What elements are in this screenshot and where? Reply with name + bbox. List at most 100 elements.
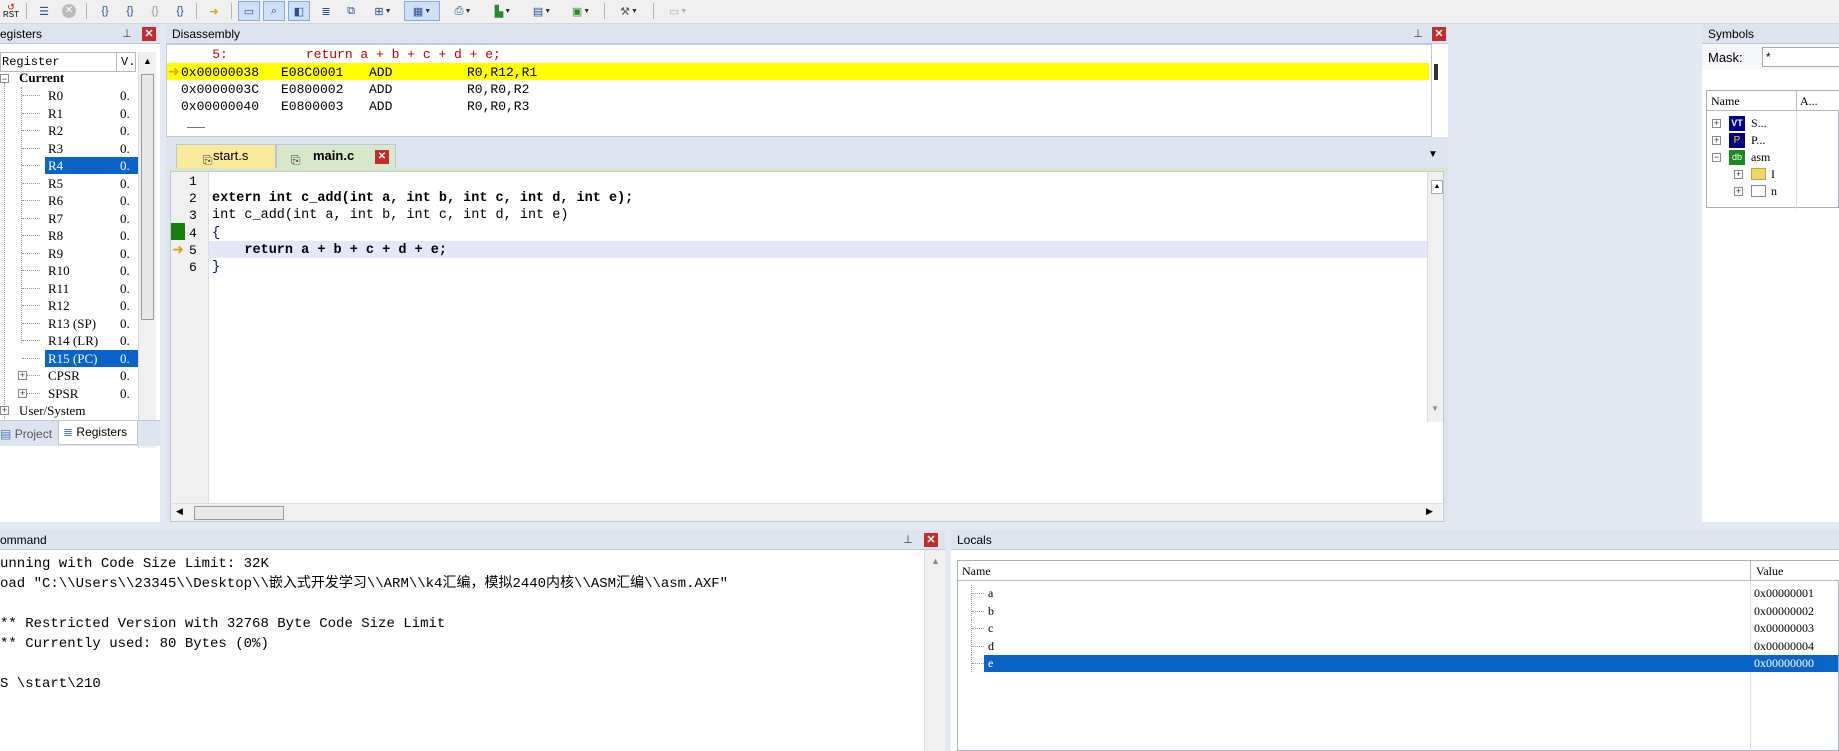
- tab-project[interactable]: ▤ Project: [0, 424, 56, 444]
- column-value[interactable]: Value: [1756, 564, 1783, 579]
- command-scrollbar[interactable]: ▲: [924, 550, 945, 751]
- locals-row[interactable]: a 0x00000001: [958, 585, 1838, 602]
- code-line[interactable]: int c_add(int a, int b, int c, int d, in…: [212, 207, 568, 224]
- register-row[interactable]: R15 (PC) 0.: [0, 349, 138, 367]
- pin-icon[interactable]: ⊥: [1411, 27, 1425, 41]
- collapse-icon[interactable]: −: [0, 74, 9, 84]
- register-row[interactable]: R12 0.: [0, 297, 138, 314]
- symbols-window-button[interactable]: ◧: [288, 1, 310, 21]
- breakpoint-marker[interactable]: [171, 223, 185, 240]
- tab-start-s[interactable]: ⎘ start.s: [176, 144, 276, 168]
- stop-button[interactable]: ✕: [58, 1, 80, 21]
- code-line[interactable]: {: [212, 225, 220, 242]
- toolbox-button[interactable]: ⚒ ▼: [611, 1, 647, 21]
- scroll-up-icon[interactable]: ▲: [931, 556, 940, 566]
- symbol-sub-row[interactable]: + I: [1707, 166, 1796, 183]
- command-window-button[interactable]: ▭: [238, 1, 260, 21]
- code-line[interactable]: extern int c_add(int a, int b, int c, in…: [212, 190, 633, 207]
- expand-icon[interactable]: +: [18, 388, 27, 398]
- locals-row[interactable]: d 0x00000004: [958, 637, 1838, 655]
- scroll-right-icon[interactable]: ▶: [1426, 506, 1433, 517]
- analysis-window-button[interactable]: ▙ ▼: [486, 1, 520, 21]
- code-line[interactable]: }: [212, 259, 220, 276]
- show-next-statement-button[interactable]: ➜: [203, 1, 225, 21]
- column-value[interactable]: V.: [121, 55, 135, 69]
- expand-icon[interactable]: +: [0, 406, 9, 415]
- tree-current[interactable]: Current: [19, 70, 64, 86]
- code-line[interactable]: return a + b + c + d + e;: [212, 242, 447, 259]
- step-out-button[interactable]: {}: [144, 1, 166, 21]
- register-row[interactable]: R2 0.: [0, 122, 138, 139]
- mask-input[interactable]: [1762, 47, 1839, 67]
- close-button[interactable]: ✕: [1432, 27, 1446, 41]
- register-mode-row[interactable]: + User/System: [0, 402, 138, 419]
- symbol-sub-row[interactable]: + n: [1707, 183, 1796, 200]
- pin-icon[interactable]: ⊥: [120, 27, 134, 41]
- editor-vertical-scrollbar[interactable]: ▲ ▼: [1427, 172, 1443, 422]
- scroll-up-icon[interactable]: ▲: [1431, 180, 1443, 194]
- h-scroll-thumb[interactable]: [194, 506, 284, 520]
- register-row[interactable]: R3 0.: [0, 140, 138, 157]
- disassembly-view[interactable]: 5: return a + b + c + d + e; ➜ 0x0000003…: [166, 44, 1432, 137]
- symbols-tree[interactable]: Name A... + VT S... + P P... − db asm + I + n: [1706, 90, 1839, 209]
- close-button[interactable]: ✕: [142, 27, 156, 41]
- call-stack-button[interactable]: ⧉: [340, 1, 362, 21]
- tab-registers[interactable]: ≣ Registers: [58, 421, 138, 445]
- watch-window-button[interactable]: ⊞ ▼: [366, 1, 400, 21]
- step-over-button[interactable]: {}: [119, 1, 141, 21]
- close-tab-icon[interactable]: ✕: [375, 150, 389, 164]
- expand-icon[interactable]: +: [1734, 187, 1743, 196]
- register-row[interactable]: R10 0.: [0, 262, 138, 279]
- column-name[interactable]: Name: [962, 564, 991, 579]
- symbol-row[interactable]: + VT S...: [1707, 115, 1796, 132]
- register-row[interactable]: R4 0.: [0, 157, 138, 174]
- disassembly-window-button[interactable]: ⌕: [263, 1, 285, 21]
- trace-window-button[interactable]: ▤ ▼: [525, 1, 559, 21]
- register-row[interactable]: R0 0.: [0, 87, 138, 104]
- expand-icon[interactable]: +: [18, 371, 27, 380]
- locals-row[interactable]: c 0x00000003: [958, 620, 1838, 637]
- scroll-left-icon[interactable]: ◀: [176, 506, 183, 517]
- register-row[interactable]: R7 0.: [0, 210, 138, 227]
- locals-row[interactable]: e 0x00000000: [958, 655, 1838, 672]
- register-row[interactable]: + CPSR 0.: [0, 367, 138, 384]
- step-into-button[interactable]: {}: [94, 1, 116, 21]
- locals-row[interactable]: b 0x00000002: [958, 602, 1838, 620]
- disassembly-scroll-indicator[interactable]: [1434, 64, 1438, 80]
- scroll-up-icon[interactable]: ▲: [143, 56, 152, 66]
- register-row[interactable]: R6 0.: [0, 192, 138, 209]
- command-output[interactable]: unning with Code Size Limit: 32K oad "C:\…: [0, 554, 920, 751]
- editor-horizontal-scrollbar[interactable]: ◀ ▶: [172, 503, 1442, 521]
- debug-restore-button[interactable]: ▭ ▼: [660, 1, 696, 21]
- registers-window-button[interactable]: ≣: [315, 1, 337, 21]
- tab-list-chevron-icon[interactable]: ▼: [1428, 149, 1438, 160]
- memory-window-button[interactable]: ▦ ▼: [404, 1, 440, 21]
- collapse-icon[interactable]: −: [1712, 153, 1721, 162]
- close-button[interactable]: ✕: [924, 533, 938, 547]
- column-address[interactable]: A...: [1800, 94, 1818, 109]
- register-row[interactable]: R1 0.: [0, 105, 138, 122]
- column-register[interactable]: Register: [2, 55, 60, 69]
- locals-table[interactable]: Name Value a 0x00000001 b 0x00000002 c 0x0000…: [957, 560, 1839, 751]
- register-row[interactable]: R13 (SP) 0.: [0, 315, 138, 332]
- tab-main-c[interactable]: ⎘ main.c ✕: [276, 144, 396, 168]
- system-viewer-button[interactable]: ▣ ▼: [564, 1, 598, 21]
- reset-button[interactable]: ↺ RST: [0, 1, 22, 21]
- register-row[interactable]: R9 0.: [0, 245, 138, 262]
- expand-icon[interactable]: +: [1734, 170, 1743, 179]
- register-row[interactable]: R14 (LR) 0.: [0, 332, 138, 349]
- scroll-down-icon[interactable]: ▼: [1431, 404, 1439, 413]
- run-to-cursor-button[interactable]: {}: [169, 1, 191, 21]
- register-row[interactable]: R5 0.: [0, 175, 138, 192]
- expand-icon[interactable]: +: [1712, 119, 1721, 128]
- register-row[interactable]: R8 0.: [0, 227, 138, 244]
- scroll-thumb[interactable]: [141, 74, 154, 320]
- symbol-row[interactable]: + P P...: [1707, 132, 1796, 149]
- code-editor[interactable]: ➜ 1 2 extern int c_add(int a, int b, int c…: [170, 171, 1444, 522]
- registers-scrollbar[interactable]: ▲ ▼: [138, 52, 156, 448]
- column-name[interactable]: Name: [1711, 94, 1740, 109]
- register-row[interactable]: R11 0.: [0, 280, 138, 297]
- pin-icon[interactable]: ⊥: [901, 533, 915, 547]
- run-button[interactable]: ☰: [33, 1, 55, 21]
- register-row[interactable]: + SPSR 0.: [0, 385, 138, 402]
